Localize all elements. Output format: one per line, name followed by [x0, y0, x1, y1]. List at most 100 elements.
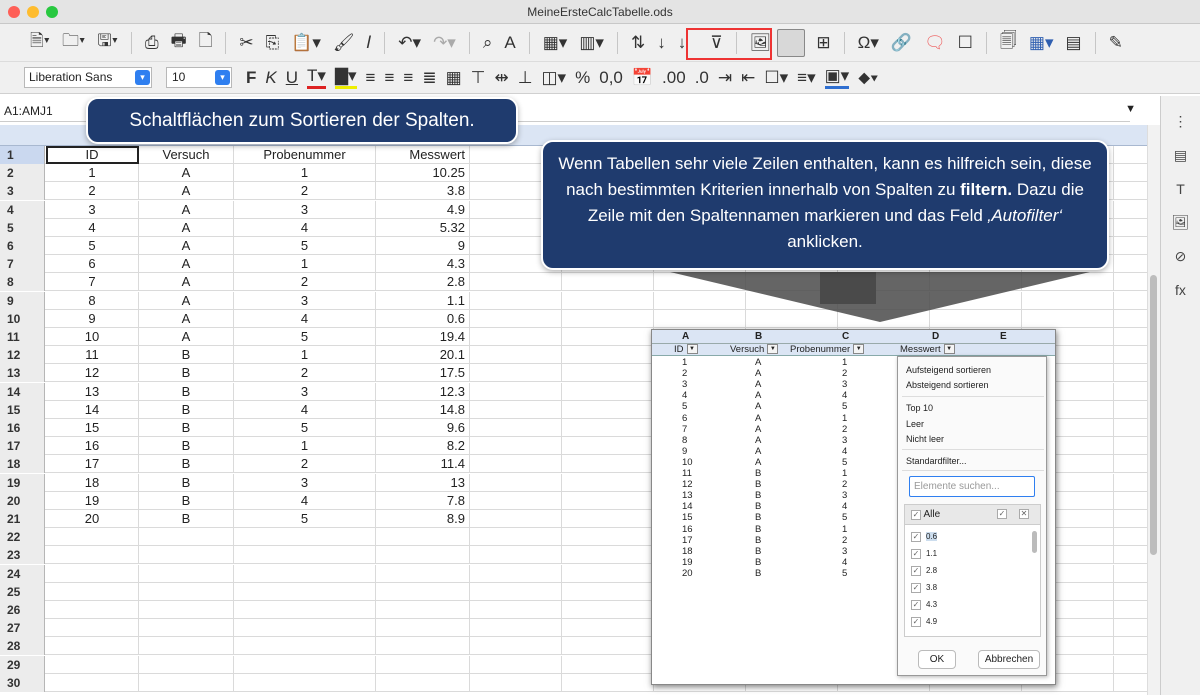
cell[interactable]: 13: [46, 382, 139, 401]
cell[interactable]: [562, 673, 654, 692]
cell[interactable]: [562, 291, 654, 310]
filter-dropdown-icon[interactable]: ▼: [943, 344, 955, 355]
cell[interactable]: [562, 364, 654, 383]
highlight-color-icon[interactable]: ▇▾: [334, 66, 357, 89]
check-icon[interactable]: ✓: [911, 617, 921, 627]
cell[interactable]: [234, 582, 376, 601]
cell[interactable]: [470, 382, 562, 401]
cell[interactable]: B: [139, 510, 234, 528]
cell[interactable]: 5.32: [376, 218, 470, 237]
cell[interactable]: [234, 655, 376, 674]
cell[interactable]: 2: [234, 455, 376, 474]
cell[interactable]: A: [139, 309, 234, 328]
cell[interactable]: 3: [234, 200, 376, 219]
row-number[interactable]: 3: [0, 182, 45, 201]
check-icon[interactable]: ✓: [911, 600, 921, 610]
print-icon[interactable]: 🖶: [167, 28, 191, 57]
cell[interactable]: 1: [234, 255, 376, 274]
sort-icon[interactable]: ⇅: [627, 33, 649, 53]
properties-icon[interactable]: ▤: [1161, 147, 1200, 164]
redo-icon[interactable]: ↷▾: [429, 33, 460, 53]
cell[interactable]: [562, 564, 654, 583]
cell[interactable]: [46, 582, 139, 601]
cell[interactable]: [139, 546, 234, 565]
row-number[interactable]: 23: [0, 546, 45, 565]
cell[interactable]: A: [139, 255, 234, 274]
cell[interactable]: A: [139, 291, 234, 310]
cell[interactable]: 5: [46, 237, 139, 255]
cell[interactable]: 11.4: [376, 455, 470, 474]
row-number[interactable]: 9: [0, 291, 45, 310]
cell[interactable]: 20: [46, 510, 139, 528]
cell[interactable]: [470, 546, 562, 565]
row-number[interactable]: 28: [0, 637, 45, 656]
cell[interactable]: [46, 528, 139, 547]
close-button[interactable]: [8, 6, 20, 18]
value-item[interactable]: ✓ 2.8: [911, 566, 937, 576]
sort-ascending-icon[interactable]: ↓: [653, 33, 670, 53]
cell[interactable]: 18: [46, 473, 139, 492]
cell[interactable]: 15: [46, 419, 139, 437]
cell[interactable]: 4: [234, 400, 376, 419]
chevron-down-icon[interactable]: ▾: [215, 70, 230, 85]
print-preview-icon[interactable]: 🗋: [195, 28, 217, 57]
not-empty-item[interactable]: Nicht leer: [906, 434, 944, 444]
cell[interactable]: 7: [46, 273, 139, 292]
font-size-box[interactable]: 10 ▾: [166, 67, 232, 88]
row-number[interactable]: 11: [0, 328, 45, 346]
cell[interactable]: B: [139, 437, 234, 456]
value-item[interactable]: ✓ 3.8: [911, 583, 937, 593]
cell[interactable]: [470, 400, 562, 419]
standard-filter-item[interactable]: Standardfilter...: [906, 456, 967, 466]
cell[interactable]: A: [139, 182, 234, 201]
scrollbar-thumb[interactable]: [1150, 275, 1157, 555]
special-character-icon[interactable]: Ω▾: [854, 33, 883, 53]
cell[interactable]: [234, 637, 376, 656]
cell[interactable]: 4: [234, 491, 376, 510]
cell[interactable]: [562, 491, 654, 510]
cell[interactable]: [470, 273, 562, 292]
cell[interactable]: A: [139, 273, 234, 292]
split-window-icon[interactable]: ▤: [1062, 33, 1086, 53]
cell[interactable]: 10.25: [376, 164, 470, 183]
row-number[interactable]: 16: [0, 419, 45, 437]
save-icon[interactable]: 🖫▾: [93, 28, 122, 57]
empty-item[interactable]: Leer: [906, 419, 924, 429]
cell[interactable]: 20.1: [376, 346, 470, 365]
increase-indent-icon[interactable]: ⇥: [718, 68, 732, 88]
cell[interactable]: [470, 291, 562, 310]
cell[interactable]: [470, 564, 562, 583]
cell[interactable]: [562, 346, 654, 365]
cell[interactable]: A: [139, 218, 234, 237]
name-box[interactable]: A1:AMJ1: [4, 104, 53, 118]
align-left-icon[interactable]: ≡: [366, 68, 376, 88]
cell[interactable]: B: [139, 455, 234, 474]
bold-icon[interactable]: F: [246, 68, 256, 88]
cell[interactable]: 9: [46, 309, 139, 328]
row-number[interactable]: 2: [0, 164, 45, 183]
cell[interactable]: [139, 601, 234, 619]
cell[interactable]: 4.9: [376, 200, 470, 219]
value-item[interactable]: ✓ 4.3: [911, 600, 937, 610]
deselect-all-icon[interactable]: ✕: [1019, 509, 1029, 519]
check-icon[interactable]: ✓: [911, 509, 921, 520]
cell[interactable]: [562, 637, 654, 656]
wrap-text-icon[interactable]: ≣: [422, 68, 436, 88]
align-top-icon[interactable]: ⊤: [471, 68, 486, 88]
row-number[interactable]: 26: [0, 601, 45, 619]
merge-cells-icon[interactable]: ▦: [446, 68, 462, 88]
cell[interactable]: [470, 437, 562, 456]
vertical-scrollbar[interactable]: [1147, 125, 1160, 695]
cell[interactable]: B: [139, 346, 234, 365]
cell[interactable]: [46, 637, 139, 656]
cell[interactable]: [470, 655, 562, 674]
cell[interactable]: 3: [234, 291, 376, 310]
cell[interactable]: [376, 564, 470, 583]
cell[interactable]: 4: [234, 309, 376, 328]
check-icon[interactable]: ✓: [911, 549, 921, 559]
cell[interactable]: 17: [46, 455, 139, 474]
spelling-icon[interactable]: A: [500, 33, 519, 53]
row-number[interactable]: 5: [0, 218, 45, 237]
cell[interactable]: [470, 637, 562, 656]
cell[interactable]: [234, 601, 376, 619]
